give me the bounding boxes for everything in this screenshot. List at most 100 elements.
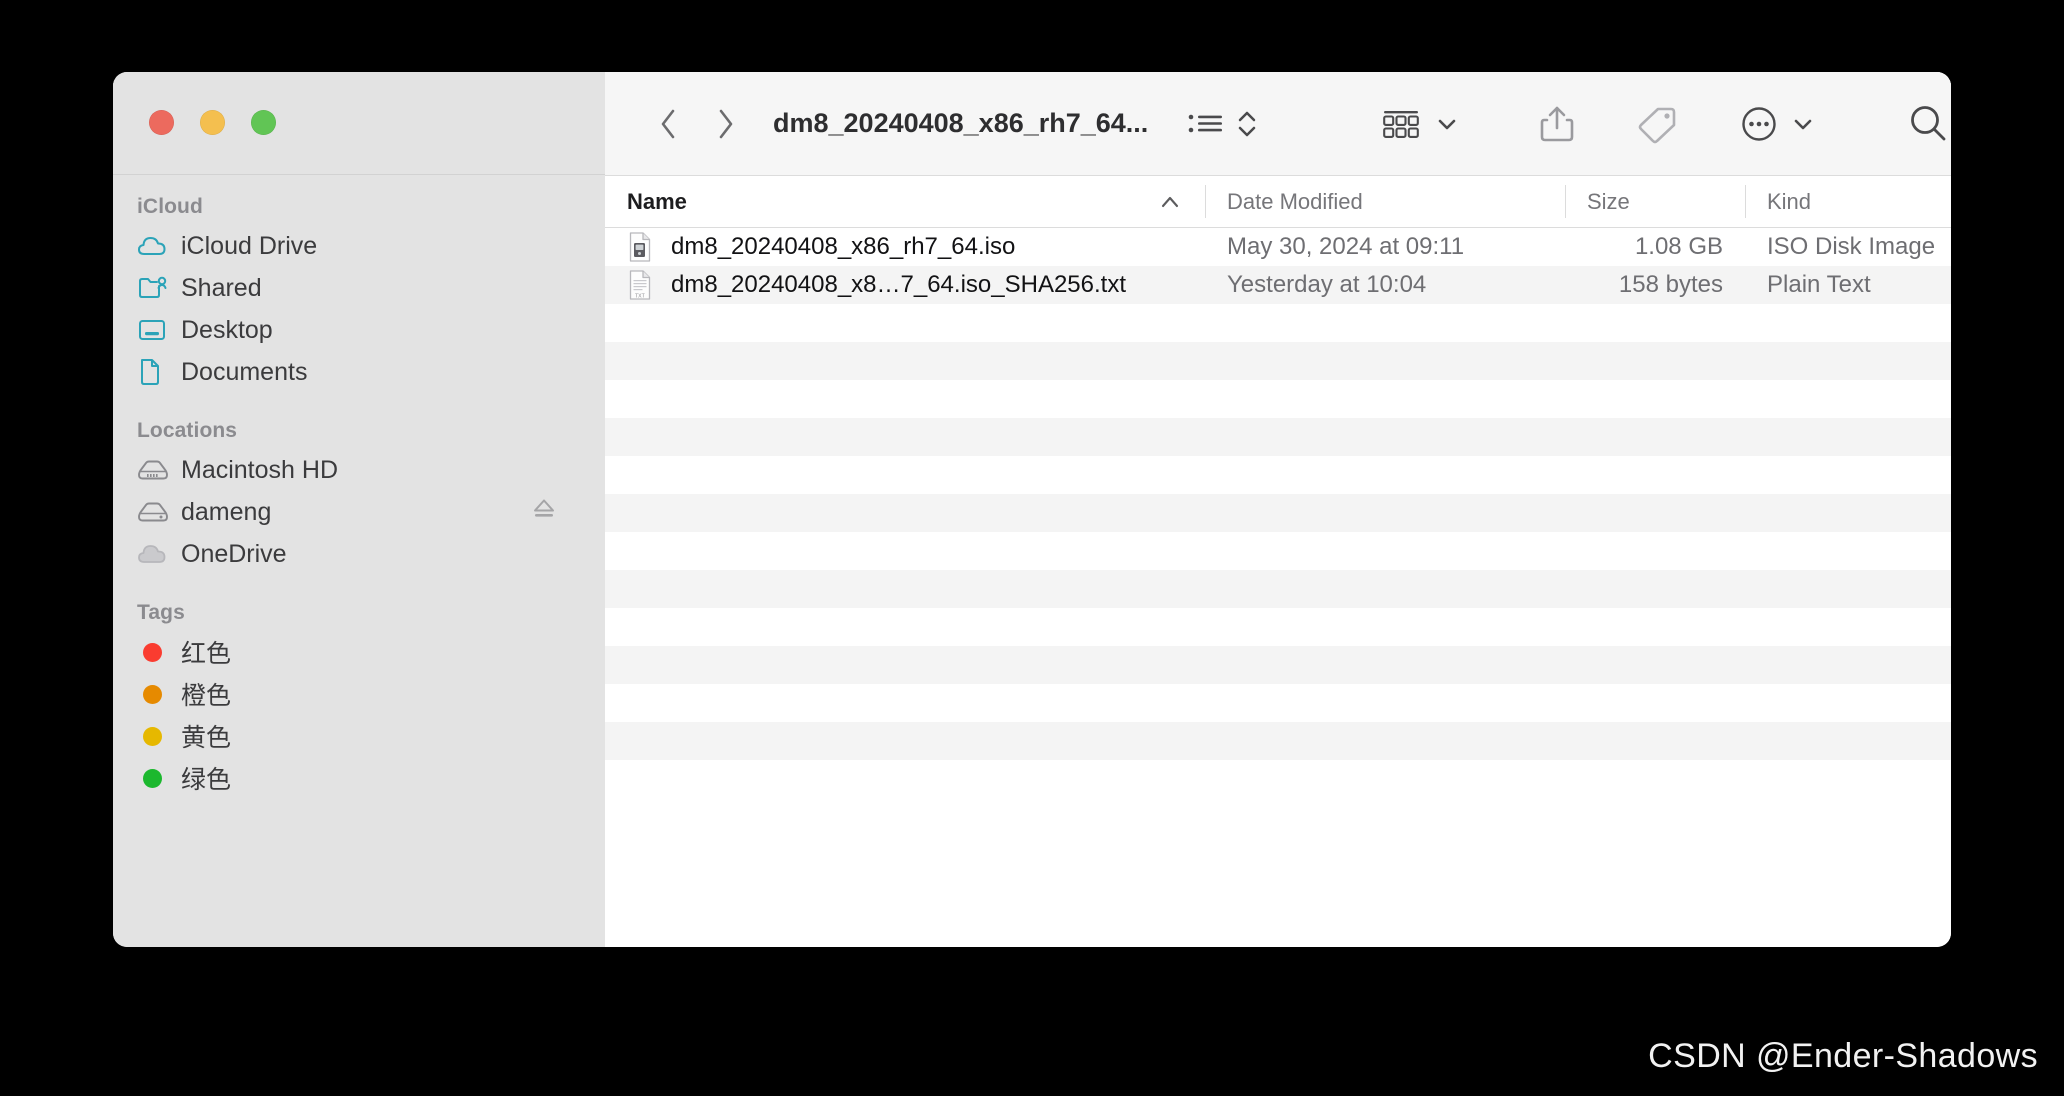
sidebar-item-desktop[interactable]: Desktop: [113, 309, 605, 351]
sidebar-item-黄色[interactable]: 黄色: [113, 715, 605, 757]
list-view-icon: [1189, 114, 1223, 132]
more-controls: [1738, 103, 1816, 145]
empty-row: [605, 456, 1951, 494]
sidebar-item-label: Desktop: [181, 315, 273, 344]
finder-main: dm8_20240408_x86_rh7_64... Name Date Mod…: [605, 72, 1951, 947]
tag-dot-icon: [143, 642, 162, 662]
minimize-button[interactable]: [200, 110, 225, 135]
tag-dot-icon: [137, 684, 177, 704]
cloud-icon: [137, 233, 177, 259]
tag-dot-icon: [143, 726, 162, 746]
column-header-date[interactable]: Date Modified: [1205, 176, 1565, 227]
eject-icon: [534, 499, 554, 517]
chevron-down-icon: [1795, 119, 1812, 129]
table-row[interactable]: TXT dm8_20240408_x8…7_64.iso_SHA256.txt Ye…: [605, 266, 1951, 304]
watermark: CSDN @Ender-Shadows: [1648, 1037, 2038, 1075]
sidebar-group-tags: Tags 红色 橙色 黄色 绿色: [113, 601, 605, 799]
tag-dot-icon: [137, 642, 177, 662]
close-button[interactable]: [149, 110, 174, 135]
sidebar-item-label: Documents: [181, 357, 308, 386]
column-header-row: Name Date Modified Size Kind: [605, 175, 1951, 228]
iso-disk-image-icon: [627, 231, 665, 263]
shared-folder-icon: [139, 276, 167, 298]
window-controls: [149, 110, 276, 135]
search-icon: [1911, 105, 1946, 140]
back-button[interactable]: [639, 106, 697, 142]
empty-row: [605, 684, 1951, 722]
sidebar-item-label: 橙色: [181, 682, 232, 710]
sidebar-item-绿色[interactable]: 绿色: [113, 757, 605, 799]
file-name: dm8_20240408_x8…7_64.iso_SHA256.txt: [671, 271, 1126, 298]
finder-window: iCloud iCloud Drive Shared Desktop Docum…: [113, 72, 1951, 947]
chevron-left-icon: [661, 109, 675, 138]
iso-disk-image-icon: [629, 232, 651, 262]
sidebar-item-shared[interactable]: Shared: [113, 267, 605, 309]
sidebar-item-documents[interactable]: Documents: [113, 351, 605, 393]
more-chevron-button[interactable]: [1790, 111, 1816, 137]
sidebar-titlebar: [113, 72, 605, 175]
plain-text-file-icon: TXT: [629, 270, 651, 300]
sidebar-item-橙色[interactable]: 橙色: [113, 673, 605, 715]
desktop-icon: [137, 317, 177, 343]
window-title: dm8_20240408_x86_rh7_64...: [773, 108, 1149, 138]
more-actions-button[interactable]: [1738, 103, 1780, 145]
list-view-button[interactable]: [1186, 108, 1226, 140]
plain-text-file-icon: TXT: [627, 269, 665, 301]
eject-button[interactable]: [531, 496, 557, 529]
cloud-icon: [138, 237, 166, 255]
zoom-button[interactable]: [251, 110, 276, 135]
sidebar-group-locations: Locations Macintosh HD dameng OneDrive: [113, 419, 605, 575]
svg-text:TXT: TXT: [635, 293, 646, 299]
sidebar-item-dameng[interactable]: dameng: [113, 491, 605, 533]
column-header-label: Name: [627, 188, 687, 214]
tag-icon: [1639, 107, 1676, 143]
table-row[interactable]: dm8_20240408_x86_rh7_64.iso May 30, 2024 …: [605, 228, 1951, 266]
share-icon: [1541, 106, 1574, 141]
sidebar-item-onedrive[interactable]: OneDrive: [113, 533, 605, 575]
file-list: dm8_20240408_x86_rh7_64.iso May 30, 2024 …: [605, 228, 1951, 947]
sidebar-item-label: 黄色: [181, 724, 232, 752]
empty-row: [605, 608, 1951, 646]
group-by-button[interactable]: [1380, 107, 1424, 141]
cell-name: dm8_20240408_x86_rh7_64.iso: [605, 228, 1205, 266]
document-icon: [137, 357, 177, 387]
group-by-chevron-button[interactable]: [1434, 111, 1460, 137]
group-controls: [1380, 107, 1460, 141]
sidebar-item-icloud-drive[interactable]: iCloud Drive: [113, 225, 605, 267]
column-header-kind[interactable]: Kind: [1745, 176, 1951, 227]
share-button[interactable]: [1538, 103, 1576, 145]
column-header-size[interactable]: Size: [1565, 176, 1745, 227]
tag-dot-icon: [143, 684, 162, 704]
column-header-label: Kind: [1767, 188, 1812, 214]
sidebar-sections: iCloud iCloud Drive Shared Desktop Docum…: [113, 175, 605, 947]
cell-kind: Plain Text: [1767, 271, 1871, 298]
cloud-filled-icon: [138, 545, 166, 563]
sidebar-group-title: Locations: [137, 419, 238, 442]
sidebar-group-title: iCloud: [137, 195, 203, 218]
external-drive-icon: [138, 502, 168, 522]
sidebar-item-macintosh-hd[interactable]: Macintosh HD: [113, 449, 605, 491]
empty-row: [605, 532, 1951, 570]
internal-drive-icon: [137, 458, 177, 482]
empty-row: [605, 380, 1951, 418]
empty-row: [605, 342, 1951, 380]
tag-dot-icon: [143, 768, 162, 788]
tag-button[interactable]: [1636, 104, 1678, 144]
more-ellipsis-icon: [1742, 106, 1777, 141]
cloud-filled-icon: [137, 541, 177, 567]
internal-drive-icon: [138, 460, 168, 480]
sidebar-group-icloud: iCloud iCloud Drive Shared Desktop Docum…: [113, 195, 605, 393]
column-header-label: Size: [1587, 188, 1630, 214]
empty-row: [605, 570, 1951, 608]
sidebar-item-红色[interactable]: 红色: [113, 631, 605, 673]
forward-button[interactable]: [697, 106, 755, 142]
view-controls: [1186, 107, 1260, 141]
sidebar-item-label: iCloud Drive: [181, 231, 318, 260]
sort-order-button[interactable]: [1234, 107, 1260, 141]
search-button[interactable]: [1906, 102, 1950, 146]
cell-size: 1.08 GB: [1634, 233, 1723, 260]
sort-ascending-icon: [1159, 194, 1181, 210]
chevron-right-icon: [719, 109, 733, 138]
document-icon: [141, 359, 159, 385]
column-header-name[interactable]: Name: [605, 176, 1205, 227]
